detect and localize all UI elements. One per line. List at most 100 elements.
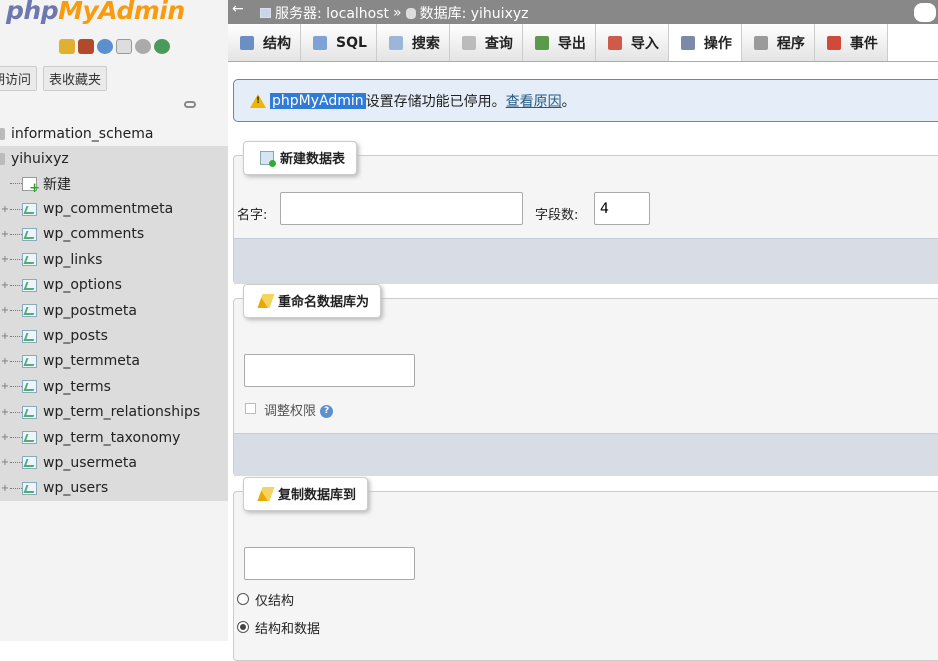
- table-item-wp-posts[interactable]: + wp_posts: [0, 323, 228, 348]
- table-item-wp-links[interactable]: + wp_links: [0, 247, 228, 272]
- table-icon: [22, 380, 37, 394]
- tab-wrench[interactable]: 操作: [668, 24, 742, 61]
- tab-search[interactable]: 搜索: [376, 24, 450, 61]
- table-name: wp_commentmeta: [43, 201, 174, 218]
- table-icon: [22, 304, 37, 318]
- structure-and-data-radio[interactable]: [237, 621, 249, 633]
- table-name-input[interactable]: [280, 192, 523, 225]
- new-table-icon: [22, 176, 40, 196]
- settings-icon[interactable]: [135, 39, 151, 54]
- expand-icon[interactable]: +: [0, 280, 10, 291]
- expand-icon[interactable]: +: [0, 457, 10, 468]
- table-item-wp-termmeta[interactable]: + wp_termmeta: [0, 349, 228, 374]
- table-item-wp-options[interactable]: + wp_options: [0, 273, 228, 298]
- reload-icon[interactable]: [154, 39, 170, 54]
- tab-query[interactable]: 查询: [449, 24, 523, 61]
- expand-icon[interactable]: +: [0, 229, 10, 240]
- database-icon: [0, 152, 5, 165]
- link-icon[interactable]: [184, 101, 196, 108]
- import-icon: [607, 35, 622, 50]
- logout-icon[interactable]: [78, 39, 94, 54]
- rename-database-legend: 重命名数据库为: [243, 284, 382, 318]
- copy-database-name-input[interactable]: [244, 547, 415, 580]
- expand-icon[interactable]: +: [0, 407, 10, 418]
- tab-clock[interactable]: 事件: [814, 24, 888, 61]
- table-name: wp_options: [43, 277, 122, 294]
- table-item-wp-users[interactable]: + wp_users: [0, 476, 228, 501]
- database-icon: [405, 7, 416, 19]
- query-icon: [461, 35, 476, 50]
- clock-icon: [826, 35, 841, 50]
- expand-icon[interactable]: +: [0, 305, 10, 316]
- table-name: wp_termmeta: [43, 353, 140, 370]
- create-table-legend: 新建数据表: [243, 141, 358, 175]
- table-name: wp_term_taxonomy: [43, 429, 181, 446]
- table-item-wp-commentmeta[interactable]: + wp_commentmeta: [0, 196, 228, 221]
- adjust-privileges-checkbox[interactable]: [245, 403, 256, 414]
- breadcrumb: 服务器: localhost » 数据库: yihuixyz: [260, 3, 529, 23]
- expand-icon[interactable]: +: [0, 204, 10, 215]
- create-table-footer: [234, 238, 938, 284]
- expand-icon[interactable]: +: [0, 331, 10, 342]
- recent-tab[interactable]: 期访问: [0, 66, 38, 91]
- table-item-wp-term-relationships[interactable]: + wp_term_relationships: [0, 400, 228, 425]
- favorites-tab[interactable]: 表收藏夹: [43, 66, 108, 91]
- database-icon: [0, 127, 5, 140]
- expand-icon[interactable]: +: [0, 356, 10, 367]
- table-icon: [22, 329, 37, 343]
- tab-export[interactable]: 导出: [522, 24, 596, 61]
- help-icon[interactable]: [97, 39, 113, 54]
- breadcrumb-server[interactable]: 服务器: localhost: [275, 3, 389, 23]
- structure-icon: [240, 35, 254, 50]
- routines-icon: [753, 35, 768, 50]
- table-icon: [22, 354, 37, 368]
- rename-database-footer: [234, 433, 938, 476]
- database-expanded-yihuixyz: yihuixyz 新建 +wp_commentmeta+wp_comments+…: [0, 146, 228, 502]
- database-tree: information_schema yihuixyz 新建 + wp_comme…: [0, 121, 228, 502]
- phpmyadmin-logo[interactable]: phpMyAdmin: [6, 0, 185, 25]
- storage-notice: phpMyAdmin 设置存储功能已停用。 查看原因 。: [233, 79, 938, 122]
- menu-tabs: 结构 SQL 搜索 查询 导出 导入 操作 程序 事件: [228, 24, 938, 62]
- table-name: wp_postmeta: [43, 302, 137, 319]
- num-fields-input[interactable]: [594, 192, 650, 225]
- tab-import[interactable]: 导入: [595, 24, 669, 61]
- table-icon: [22, 253, 37, 267]
- new-table-icon: [260, 150, 276, 167]
- table-icon: [22, 227, 37, 241]
- new-database-name-input[interactable]: [244, 354, 415, 387]
- collapse-arrow-icon[interactable]: ←: [232, 1, 244, 17]
- rename-database-fieldset: 重命名数据库为 调整权限 ?: [233, 284, 938, 476]
- home-icon[interactable]: [59, 39, 75, 54]
- expand-icon[interactable]: +: [0, 432, 10, 443]
- table-item-wp-term-taxonomy[interactable]: + wp_term_taxonomy: [0, 425, 228, 450]
- nav-icon-bar: [59, 39, 170, 54]
- find-out-why-link[interactable]: 查看原因: [506, 91, 562, 111]
- table-item-wp-postmeta[interactable]: + wp_postmeta: [0, 298, 228, 323]
- database-item-yihuixyz[interactable]: yihuixyz: [0, 146, 228, 171]
- sql-icon: [313, 35, 327, 50]
- database-item-information-schema[interactable]: information_schema: [0, 121, 228, 146]
- table-item-wp-comments[interactable]: + wp_comments: [0, 222, 228, 247]
- new-table-item[interactable]: 新建: [0, 171, 228, 196]
- tab-routines[interactable]: 程序: [741, 24, 815, 61]
- structure-only-radio[interactable]: [237, 593, 249, 605]
- docs-icon[interactable]: [116, 39, 132, 54]
- navigation-panel: phpMyAdmin 期访问 表收藏夹 information_schema y…: [0, 0, 228, 641]
- tab-structure[interactable]: 结构: [228, 24, 301, 61]
- expand-icon[interactable]: +: [0, 381, 10, 392]
- table-item-wp-usermeta[interactable]: + wp_usermeta: [0, 450, 228, 475]
- settings-gear-icon[interactable]: [914, 3, 936, 22]
- breadcrumb-database[interactable]: 数据库: yihuixyz: [420, 3, 529, 23]
- export-icon: [534, 35, 549, 50]
- expand-icon[interactable]: +: [0, 483, 10, 494]
- tab-sql[interactable]: SQL: [301, 24, 377, 61]
- table-item-wp-terms[interactable]: + wp_terms: [0, 374, 228, 399]
- table-icon: [22, 431, 37, 445]
- table-name: wp_comments: [43, 226, 145, 243]
- table-name: wp_users: [43, 480, 109, 497]
- copy-database-fieldset: 复制数据库到 仅结构 结构和数据: [233, 477, 938, 661]
- expand-icon[interactable]: +: [0, 254, 10, 265]
- table-name: wp_links: [43, 251, 103, 268]
- breadcrumb-bar: ← 服务器: localhost » 数据库: yihuixyz: [228, 0, 938, 24]
- help-icon[interactable]: ?: [320, 405, 334, 418]
